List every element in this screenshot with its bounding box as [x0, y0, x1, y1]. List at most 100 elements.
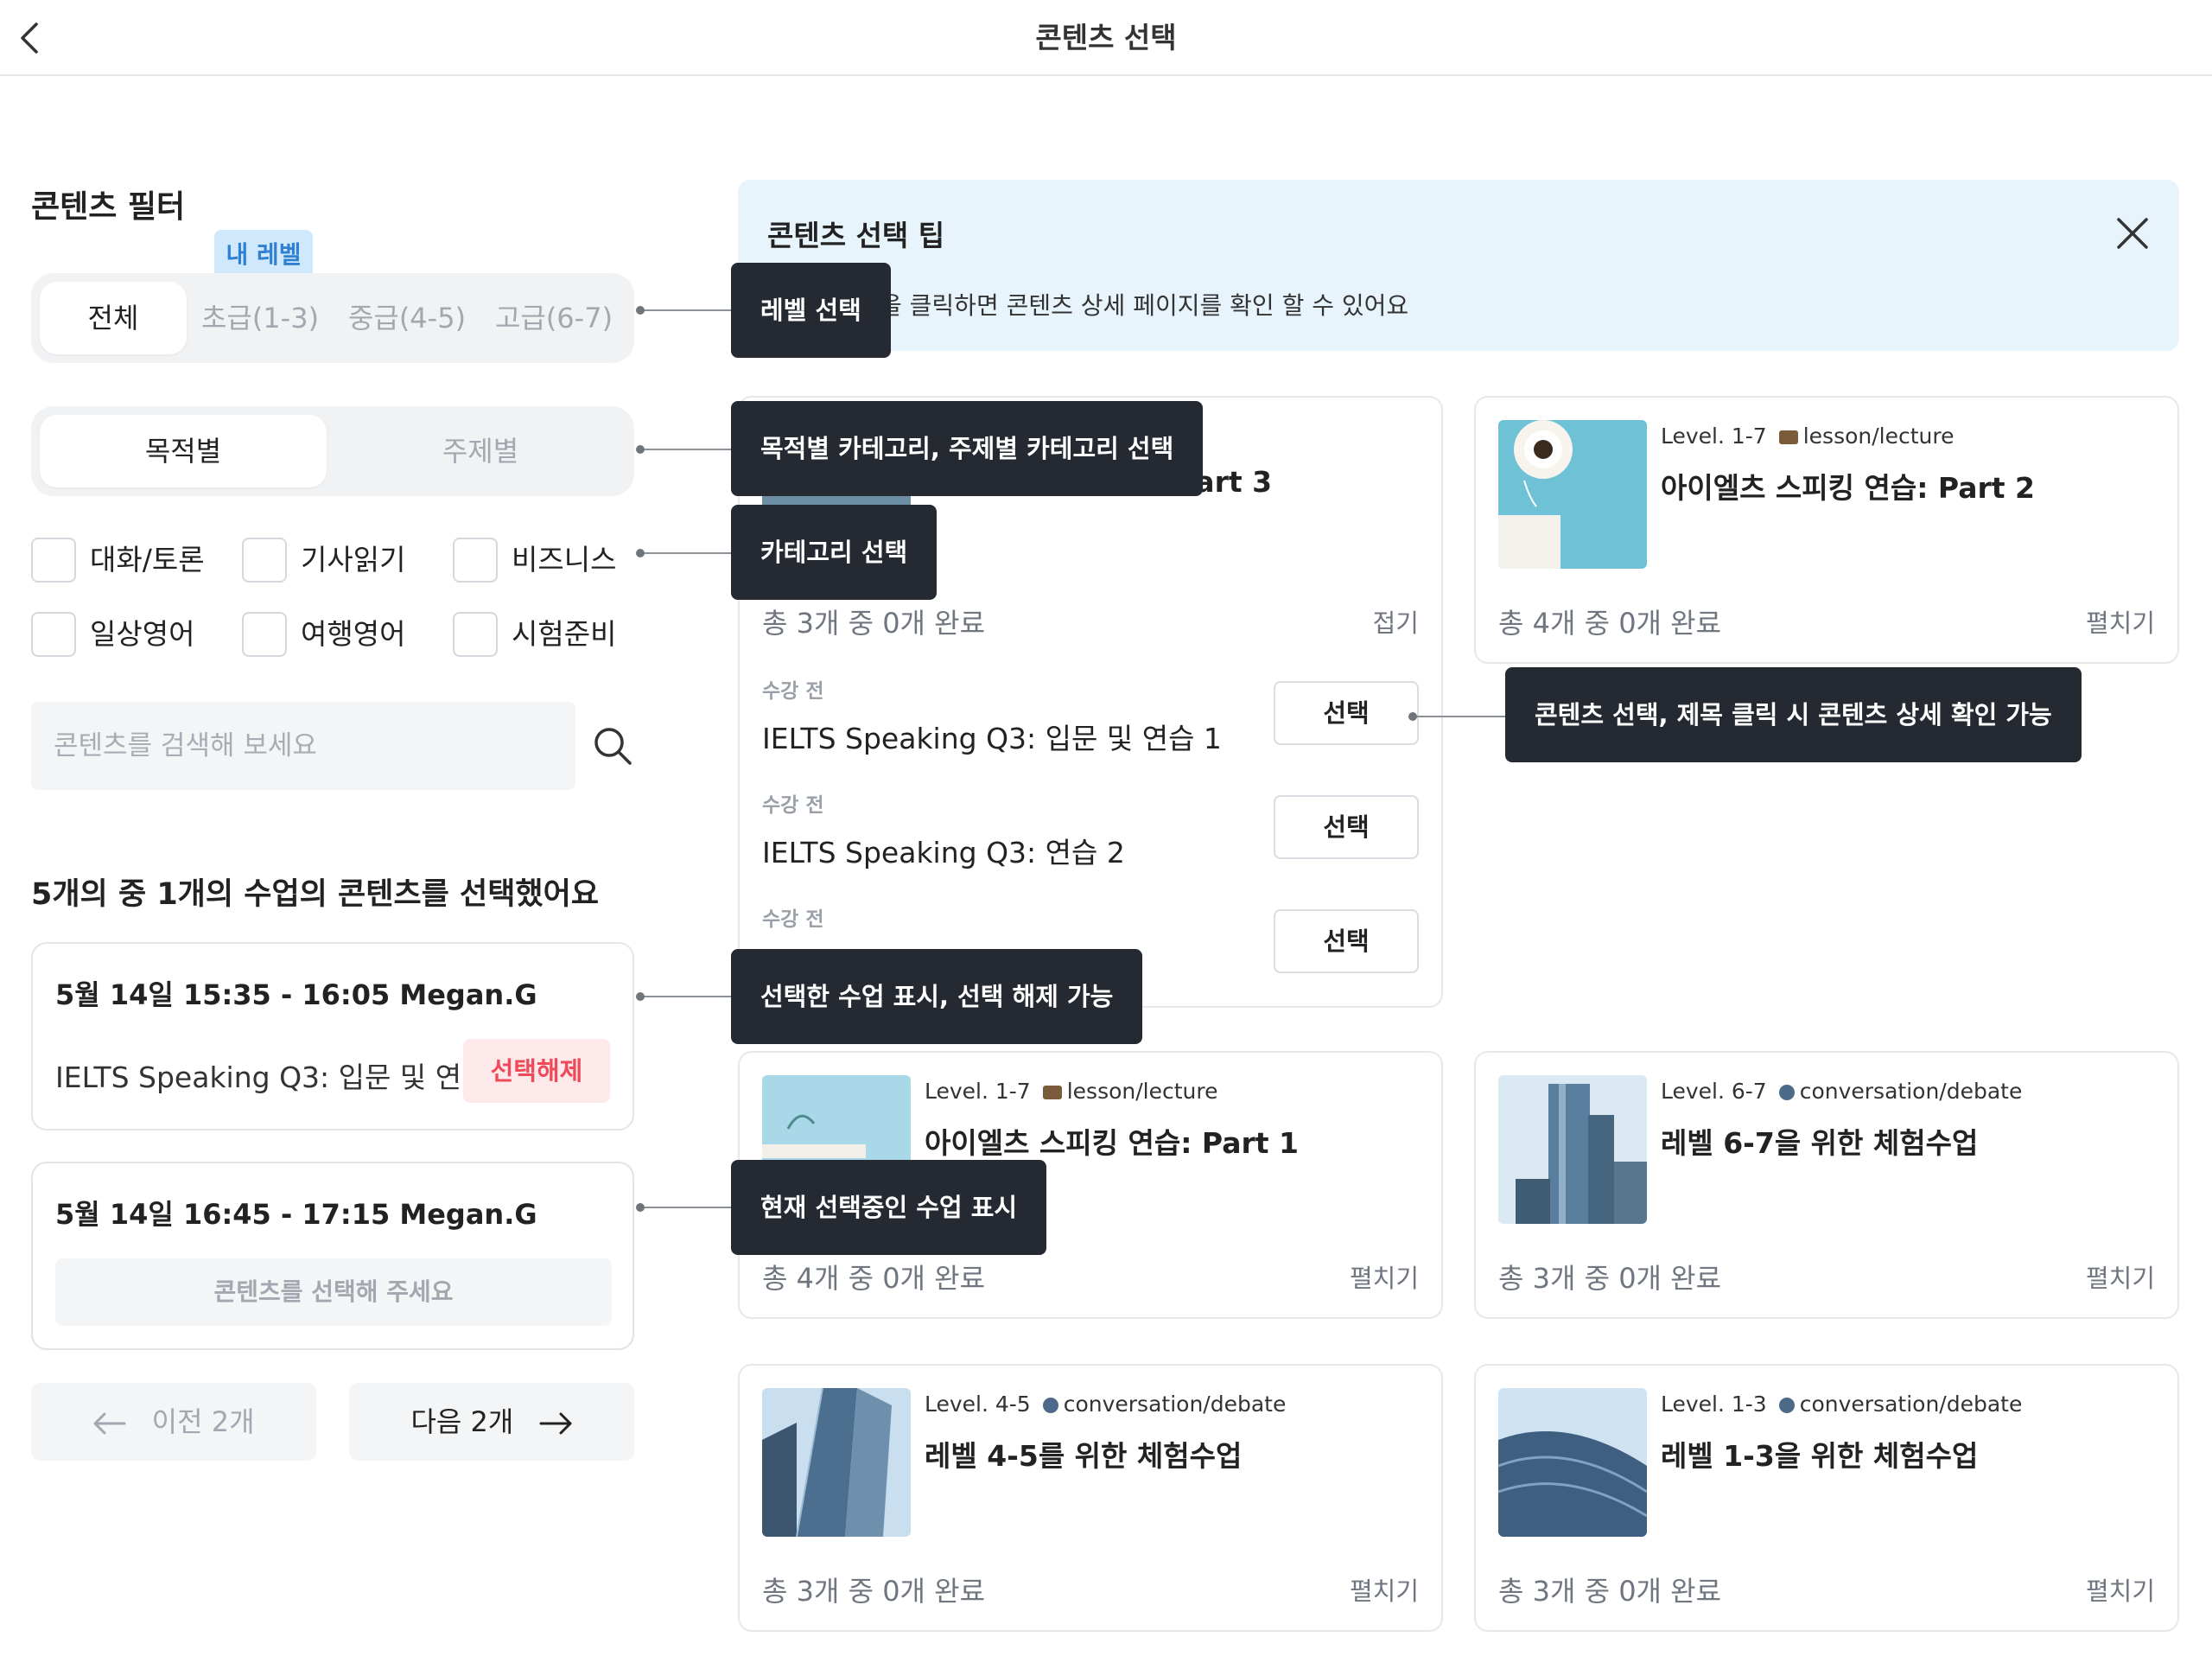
tip-text: 을 클릭하면 콘텐츠 상세 페이지를 확인 할 수 있어요 — [880, 291, 1409, 320]
card-progress: 총 4개 중 0개 완료 — [762, 1262, 986, 1295]
card-meta: Level. 1-3 conversation/debate — [1661, 1392, 2022, 1417]
checkbox-label[interactable]: 대화/토론 — [90, 538, 205, 583]
card-title[interactable]: 아이엘츠 스피킹 연습: Part 1 — [925, 1120, 1299, 1162]
level-label: Level. 1-7 — [1661, 424, 1767, 449]
select-button[interactable]: 선택 — [1274, 681, 1419, 745]
level-label: Level. 1-3 — [1661, 1392, 1767, 1417]
expand-toggle[interactable]: 펼치기 — [2086, 1258, 2155, 1295]
select-button[interactable]: 선택 — [1274, 909, 1419, 973]
card-title[interactable]: 아이엘츠 스피킹 연습: Part 2 — [1661, 465, 2035, 506]
arrow-left-icon — [93, 1412, 126, 1435]
annotation-dot — [636, 992, 645, 1001]
choose-content-prompt[interactable]: 콘텐츠를 선택해 주세요 — [55, 1258, 612, 1326]
checkbox-daily[interactable] — [31, 612, 76, 657]
expand-toggle[interactable]: 펼치기 — [1350, 1571, 1419, 1608]
class-time: 5월 14일 16:45 - 17:15 Megan.G — [55, 1198, 537, 1231]
selection-summary: 5개의 중 1개의 수업의 콘텐츠를 선택했어요 — [31, 877, 600, 912]
checkbox-label[interactable]: 여행영어 — [301, 612, 405, 657]
tab-by-topic[interactable]: 주제별 — [335, 415, 626, 487]
expand-toggle[interactable]: 펼치기 — [2086, 1571, 2155, 1608]
office-building-image-icon — [762, 1388, 911, 1537]
coffee-image-icon — [1498, 420, 1647, 569]
collapse-toggle[interactable]: 접기 — [1373, 603, 1419, 640]
selected-content-title: IELTS Speaking Q3: 입문 및 연... — [55, 1060, 489, 1094]
annotation-dot — [636, 306, 645, 315]
card-meta: Level. 4-5 conversation/debate — [925, 1392, 1286, 1417]
content-card[interactable]: Level. 4-5 conversation/debate 레벨 4-5를 위한… — [738, 1364, 1443, 1632]
category-mode-selector: 목적별 주제별 — [31, 406, 634, 496]
checkbox-article[interactable] — [242, 538, 287, 583]
card-progress: 총 3개 중 0개 완료 — [1498, 1262, 1722, 1295]
card-meta: Level. 6-7 conversation/debate — [1661, 1079, 2022, 1104]
category-label: conversation/debate — [1799, 1392, 2023, 1417]
card-meta: Level. 1-7 lesson/lecture — [1661, 424, 1955, 449]
curved-building-image-icon — [1498, 1388, 1647, 1537]
prev-page-button[interactable]: 이전 2개 — [31, 1383, 316, 1461]
search-input[interactable] — [31, 702, 575, 790]
books-icon — [1778, 430, 1798, 444]
checkbox-label[interactable]: 기사읽기 — [301, 538, 405, 583]
back-arrow-icon[interactable] — [12, 19, 50, 57]
expand-toggle[interactable]: 펼치기 — [1350, 1258, 1419, 1295]
level-selector: 전체 초급(1-3) 중급(4-5) 고급(6-7) — [31, 273, 634, 363]
select-button[interactable]: 선택 — [1274, 795, 1419, 859]
annotation-content-select: 콘텐츠 선택, 제목 클릭 시 콘텐츠 상세 확인 가능 — [1505, 667, 2082, 762]
checkbox-business[interactable] — [453, 538, 498, 583]
level-tab-advanced[interactable]: 고급(6-7) — [480, 282, 627, 354]
annotation-level-select: 레벨 선택 — [731, 263, 891, 358]
checkbox-label[interactable]: 시험준비 — [512, 612, 616, 657]
card-title[interactable]: 레벨 6-7을 위한 체험수업 — [1661, 1120, 1978, 1162]
tip-title: 콘텐츠 선택 팁 — [767, 219, 945, 252]
checkbox-label[interactable]: 비즈니스 — [512, 538, 616, 583]
level-label: Level. 6-7 — [1661, 1079, 1767, 1104]
annotation-dot — [1408, 712, 1417, 721]
lesson-state: 수강 전 — [762, 680, 824, 703]
search-icon[interactable] — [591, 724, 634, 767]
unselect-button[interactable]: 선택해제 — [463, 1039, 610, 1103]
level-label: Level. 4-5 — [925, 1392, 1031, 1417]
card-meta: Level. 1-7 lesson/lecture — [925, 1079, 1218, 1104]
speech-bubble-icon — [1778, 1398, 1795, 1413]
card-title[interactable]: 레벨 1-3을 위한 체험수업 — [1661, 1433, 1978, 1474]
level-tab-beginner[interactable]: 초급(1-3) — [187, 282, 334, 354]
arrow-right-icon — [539, 1412, 572, 1435]
checkbox-exam[interactable] — [453, 612, 498, 657]
speech-bubble-icon — [1042, 1398, 1058, 1413]
annotation-connector — [1412, 716, 1507, 717]
selected-class-card: 5월 14일 15:35 - 16:05 Megan.G IELTS Speak… — [31, 942, 634, 1131]
level-tab-intermediate[interactable]: 중급(4-5) — [334, 282, 480, 354]
card-title[interactable]: 레벨 4-5를 위한 체험수업 — [925, 1433, 1242, 1474]
lesson-title[interactable]: IELTS Speaking Q3: 연습 2 — [762, 830, 1125, 871]
annotation-category-mode: 목적별 카테고리, 주제별 카테고리 선택 — [731, 401, 1204, 496]
lesson-title[interactable]: IELTS Speaking Q3: 입문 및 연습 1 — [762, 716, 1222, 757]
card-progress: 총 3개 중 0개 완료 — [1498, 1575, 1722, 1608]
level-tab-all[interactable]: 전체 — [40, 282, 187, 354]
annotation-connector — [639, 1207, 731, 1208]
close-icon[interactable] — [2113, 214, 2152, 252]
content-thumbnail — [1498, 1075, 1647, 1224]
content-card[interactable]: Level. 1-7 lesson/lecture 아이엘츠 스피킹 연습: Pa… — [1474, 396, 2179, 664]
content-card[interactable]: Level. 1-3 conversation/debate 레벨 1-3을 위한… — [1474, 1364, 2179, 1632]
page-title: 콘텐츠 선택 — [1035, 21, 1177, 54]
annotation-connector — [639, 449, 731, 450]
current-class-card: 5월 14일 16:45 - 17:15 Megan.G 콘텐츠를 선택해 주세… — [31, 1162, 634, 1350]
content-thumbnail — [762, 1388, 911, 1537]
content-card[interactable]: Level. 6-7 conversation/debate 레벨 6-7을 위한… — [1474, 1051, 2179, 1319]
card-progress: 총 3개 중 0개 완료 — [762, 607, 986, 640]
tab-by-purpose[interactable]: 목적별 — [40, 415, 327, 487]
category-label: conversation/debate — [1799, 1079, 2023, 1104]
next-page-label: 다음 2개 — [410, 1405, 514, 1438]
checkbox-conversation[interactable] — [31, 538, 76, 583]
annotation-dot — [636, 445, 645, 454]
next-page-button[interactable]: 다음 2개 — [349, 1383, 634, 1461]
expand-toggle[interactable]: 펼치기 — [2086, 603, 2155, 640]
card-progress: 총 3개 중 0개 완료 — [762, 1575, 986, 1608]
annotation-selected-class: 선택한 수업 표시, 선택 해제 가능 — [731, 949, 1143, 1044]
speech-bubble-icon — [1778, 1085, 1795, 1100]
checkbox-travel[interactable] — [242, 612, 287, 657]
filter-title: 콘텐츠 필터 — [31, 189, 186, 225]
skyscraper-image-icon — [1498, 1075, 1647, 1224]
lesson-state: 수강 전 — [762, 908, 824, 931]
category-label: lesson/lecture — [1802, 424, 1955, 449]
checkbox-label[interactable]: 일상영어 — [90, 612, 194, 657]
